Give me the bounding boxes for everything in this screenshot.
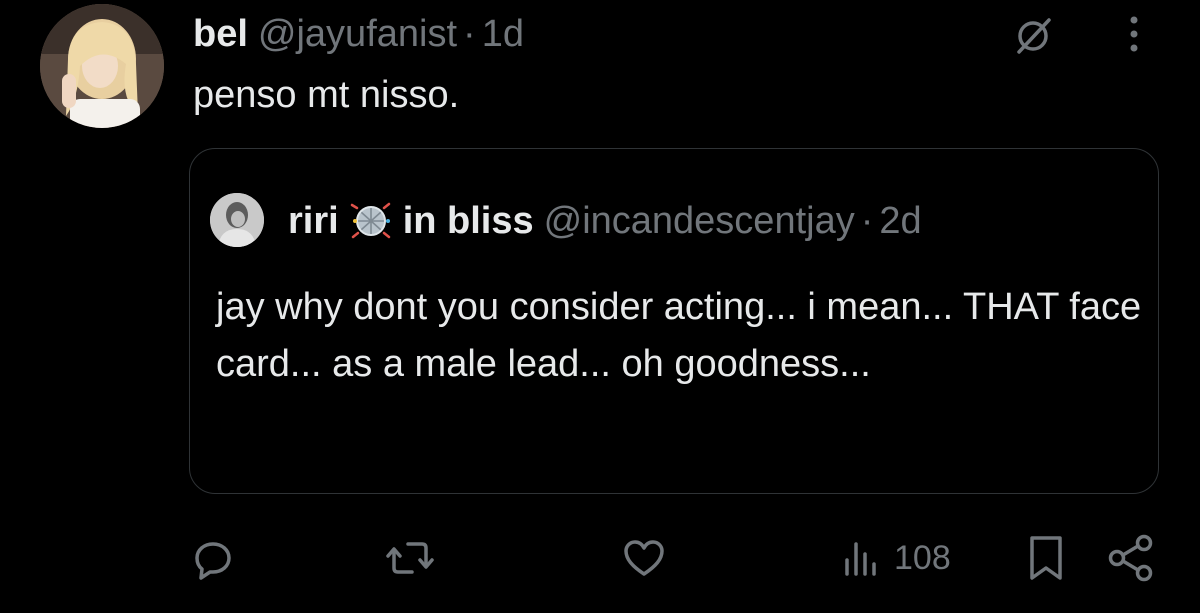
more-options-icon[interactable] [1120, 12, 1148, 56]
quoted-tweet-header: riri in bliss @incandescentjay · 2d [288, 195, 922, 247]
reply-button[interactable] [191, 530, 235, 586]
bookmark-icon [1030, 536, 1062, 580]
repost-button[interactable] [386, 530, 434, 586]
share-icon [1108, 534, 1153, 582]
quoted-author-name[interactable]: riri [288, 200, 339, 243]
quoted-tweet-card[interactable]: riri in bliss @incandescentjay · 2d jay … [189, 148, 1159, 494]
bookmark-button[interactable] [1026, 530, 1066, 586]
quoted-separator-dot: · [860, 199, 874, 242]
reply-icon [195, 542, 231, 580]
views-button[interactable]: 108 [842, 530, 951, 586]
author-name[interactable]: bel [193, 13, 248, 56]
share-button[interactable] [1106, 530, 1156, 586]
quoted-author-avatar[interactable] [210, 193, 264, 247]
heart-icon [624, 540, 664, 576]
author-handle[interactable]: @jayufanist [258, 13, 457, 56]
separator-dot: · [463, 12, 476, 55]
quoted-tweet-timestamp[interactable]: 2d [879, 200, 921, 243]
quoted-author-name-suffix[interactable]: in bliss [403, 200, 534, 243]
grok-icon[interactable] [1013, 16, 1053, 56]
tweet-header: bel @jayufanist · 1d [193, 8, 524, 60]
like-button[interactable] [622, 530, 666, 586]
tweet-timestamp[interactable]: 1d [482, 13, 524, 56]
quoted-author-handle[interactable]: @incandescentjay [544, 200, 855, 243]
views-count: 108 [894, 538, 951, 577]
analytics-icon [845, 542, 876, 576]
tweet-text: penso mt nisso. [193, 74, 460, 116]
disco-ball-emoji-icon [349, 199, 393, 243]
repost-icon [386, 542, 434, 574]
author-avatar[interactable] [40, 4, 164, 128]
quoted-tweet-text: jay why dont you consider acting... i me… [216, 286, 1142, 385]
tweet-action-bar: 108 [0, 530, 1200, 586]
